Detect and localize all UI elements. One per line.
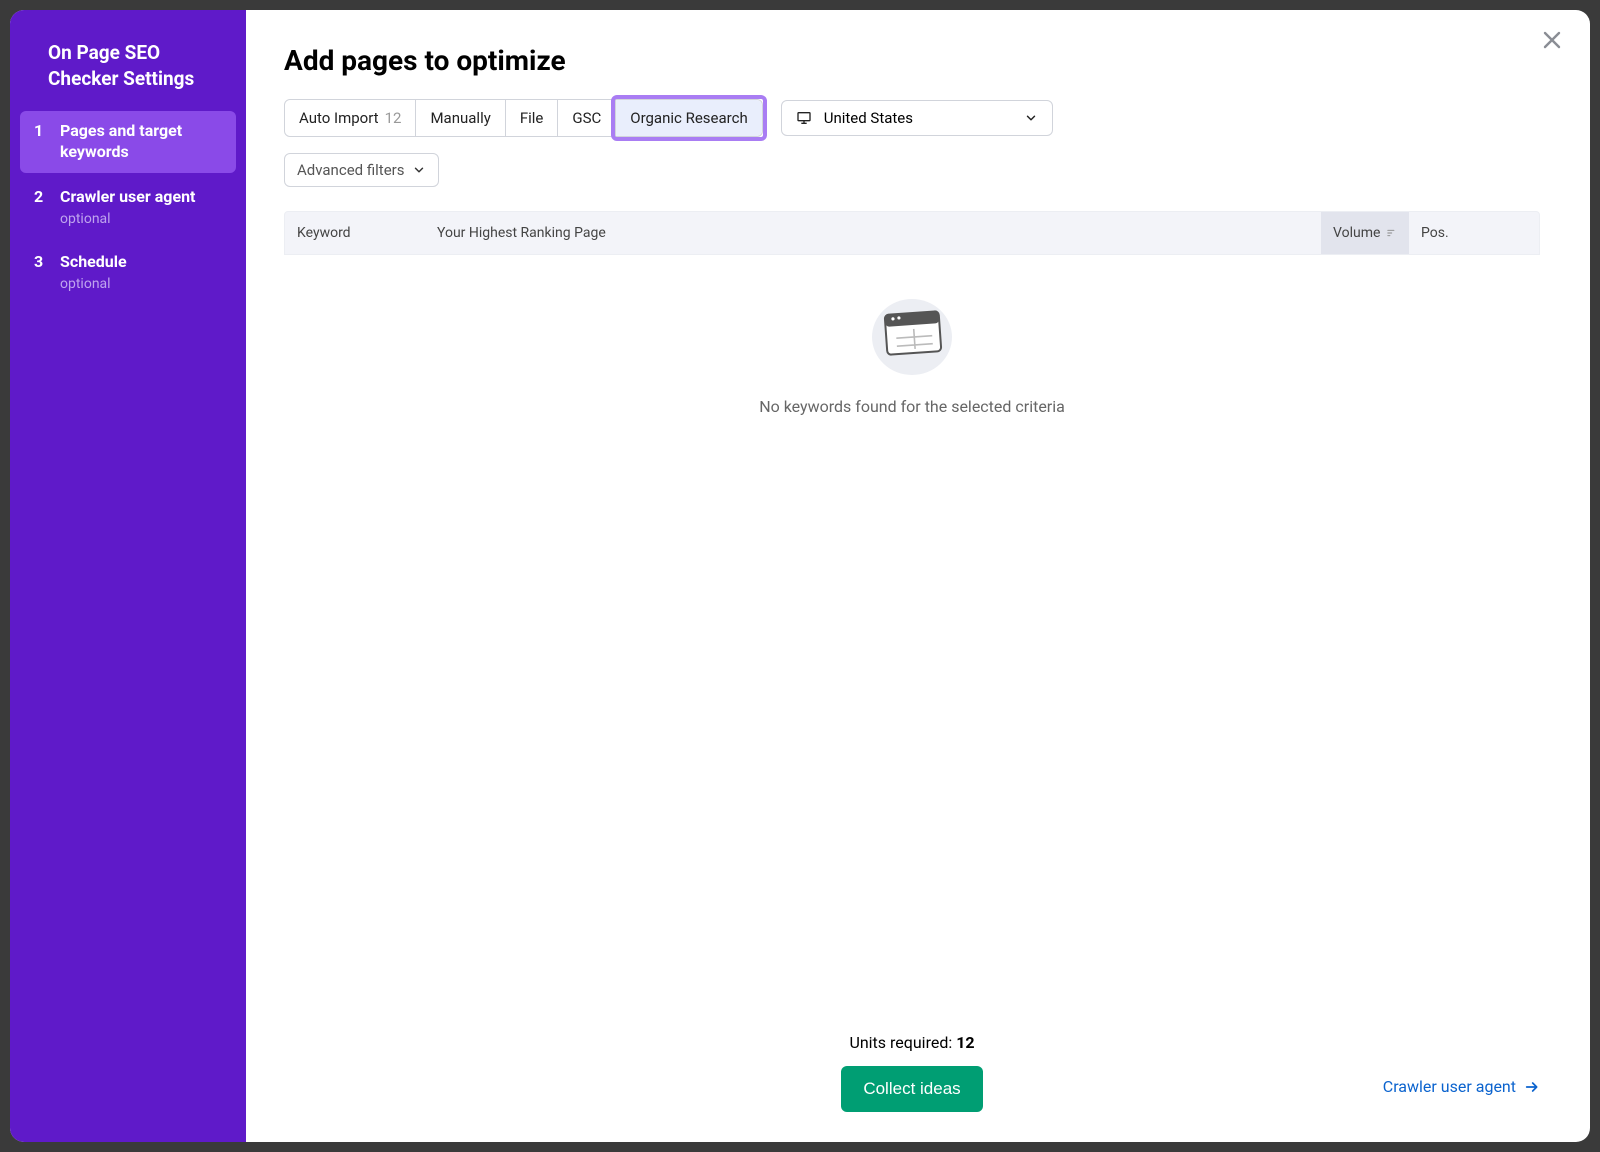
step-sublabel: optional [60, 210, 195, 228]
step-pages-keywords[interactable]: 1 Pages and target keywords [20, 111, 236, 173]
sidebar-title: On Page SEO Checker Settings [10, 40, 246, 111]
country-select[interactable]: United States [781, 100, 1053, 136]
column-volume-label: Volume [1333, 225, 1380, 241]
chevron-down-icon [1024, 111, 1038, 125]
empty-state: No keywords found for the selected crite… [284, 255, 1540, 973]
tab-label: Auto Import [299, 109, 379, 127]
source-tabs: Auto Import 12 Manually File GSC Organic… [284, 99, 763, 137]
desktop-icon [796, 110, 812, 126]
tab-label: Manually [430, 109, 490, 127]
tab-gsc[interactable]: GSC [558, 100, 616, 136]
main-panel: Add pages to optimize Auto Import 12 Man… [246, 10, 1590, 1142]
step-number: 3 [34, 252, 48, 293]
sort-desc-icon [1386, 226, 1397, 240]
step-label: Schedule [60, 252, 127, 273]
country-label: United States [824, 109, 913, 127]
tab-count: 12 [385, 109, 402, 127]
empty-state-icon [864, 293, 960, 377]
tab-manually[interactable]: Manually [416, 100, 505, 136]
step-crawler-user-agent[interactable]: 2 Crawler user agent optional [20, 177, 236, 238]
sidebar: On Page SEO Checker Settings 1 Pages and… [10, 10, 246, 1142]
step-number: 2 [34, 187, 48, 228]
step-label: Pages and target keywords [60, 121, 222, 163]
close-button[interactable] [1540, 28, 1568, 56]
units-value: 12 [956, 1033, 974, 1052]
tab-label: Organic Research [630, 109, 747, 127]
step-sublabel: optional [60, 275, 127, 293]
step-label: Crawler user agent [60, 187, 195, 208]
step-number: 1 [34, 121, 48, 163]
tab-label: File [520, 109, 544, 127]
settings-modal: On Page SEO Checker Settings 1 Pages and… [10, 10, 1590, 1142]
page-title: Add pages to optimize [284, 44, 1540, 77]
column-volume[interactable]: Volume [1321, 212, 1409, 254]
collect-ideas-button[interactable]: Collect ideas [841, 1066, 982, 1112]
footer: Units required: 12 Collect ideas [284, 1033, 1540, 1112]
tab-file[interactable]: File [506, 100, 559, 136]
next-step-label: Crawler user agent [1383, 1077, 1516, 1096]
units-required: Units required: 12 [284, 1033, 1540, 1052]
empty-message: No keywords found for the selected crite… [759, 397, 1065, 416]
close-icon [1540, 28, 1564, 52]
step-schedule[interactable]: 3 Schedule optional [20, 242, 236, 303]
next-step-link[interactable]: Crawler user agent [1383, 1077, 1540, 1096]
tab-organic-research[interactable]: Organic Research [616, 100, 761, 136]
advanced-filters-label: Advanced filters [297, 161, 404, 179]
chevron-down-icon [412, 163, 426, 177]
units-label: Units required: [849, 1033, 956, 1052]
advanced-filters-button[interactable]: Advanced filters [284, 153, 439, 187]
column-highest-ranking-page[interactable]: Your Highest Ranking Page [425, 212, 1321, 254]
column-keyword[interactable]: Keyword [285, 212, 425, 254]
column-pos[interactable]: Pos. [1409, 212, 1539, 254]
tab-auto-import[interactable]: Auto Import 12 [285, 100, 416, 136]
tab-label: GSC [572, 109, 601, 127]
arrow-right-icon [1524, 1079, 1540, 1095]
table-header: Keyword Your Highest Ranking Page Volume… [284, 211, 1540, 255]
